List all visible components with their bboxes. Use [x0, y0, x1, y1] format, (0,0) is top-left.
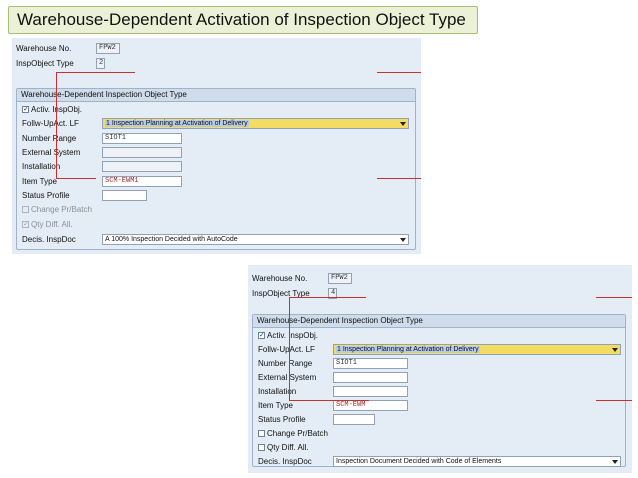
annotation-line: [596, 297, 632, 298]
external-system-field[interactable]: [333, 372, 408, 383]
annotation-line: [377, 72, 421, 73]
insp-object-type-field[interactable]: 2: [96, 58, 105, 69]
decis-inspdoc-dropdown[interactable]: Inspection Document Decided with Code of…: [333, 456, 621, 467]
followup-label: Follw-UpAct. LF: [22, 119, 79, 128]
annotation-line: [289, 297, 290, 400]
inspection-object-group: Warehouse-Dependent Inspection Object Ty…: [16, 88, 416, 250]
chevron-down-icon: [612, 460, 618, 464]
chevron-down-icon: [400, 238, 406, 242]
annotation-line: [596, 400, 632, 401]
installation-field[interactable]: [333, 386, 408, 397]
qty-diff-label: Qty Diff. All.: [267, 443, 309, 452]
group-header: Warehouse-Dependent Inspection Object Ty…: [17, 89, 415, 102]
item-type-label: Item Type: [22, 177, 57, 186]
followup-dropdown[interactable]: 1 Inspection Planning at Activation of D…: [102, 118, 409, 129]
decis-inspdoc-label: Decis. InspDoc: [258, 457, 312, 466]
decis-inspdoc-value: A 100% Inspection Decided with AutoCode: [105, 236, 238, 243]
change-pr-batch-checkbox[interactable]: [22, 206, 29, 213]
chevron-down-icon: [612, 348, 618, 352]
slide-title-box: Warehouse-Dependent Activation of Inspec…: [8, 6, 478, 34]
slide-title: Warehouse-Dependent Activation of Inspec…: [17, 10, 466, 29]
check-icon: ✓: [259, 332, 265, 339]
change-pr-batch-label: Change Pr/Batch: [267, 429, 328, 438]
annotation-line: [377, 178, 421, 179]
warehouse-field[interactable]: FPW2: [96, 43, 120, 54]
followup-label: Follw-UpAct. LF: [258, 345, 315, 354]
annotation-line: [56, 178, 96, 179]
decis-inspdoc-dropdown[interactable]: A 100% Inspection Decided with AutoCode: [102, 234, 409, 245]
installation-label: Installation: [22, 162, 61, 171]
group-header: Warehouse-Dependent Inspection Object Ty…: [253, 315, 625, 328]
number-range-field[interactable]: SIOT1: [102, 133, 182, 144]
inspection-object-group: Warehouse-Dependent Inspection Object Ty…: [252, 314, 626, 467]
group-title: Warehouse-Dependent Inspection Object Ty…: [21, 90, 187, 99]
installation-field[interactable]: [102, 161, 182, 172]
decis-inspdoc-value: Inspection Document Decided with Code of…: [336, 458, 502, 465]
activ-label: Activ. InspObj.: [267, 331, 318, 340]
item-type-label: Item Type: [258, 401, 293, 410]
number-range-label: Number Range: [258, 359, 313, 368]
check-icon: ✓: [23, 106, 29, 113]
change-pr-batch-checkbox[interactable]: [258, 430, 265, 437]
sap-screen-1: Warehouse No. FPW2 InspObject Type 2 War…: [12, 38, 421, 254]
warehouse-label: Warehouse No.: [252, 274, 308, 283]
status-profile-label: Status Profile: [22, 191, 70, 200]
activ-checkbox[interactable]: ✓: [258, 332, 265, 339]
item-type-field[interactable]: SCM-EWM: [333, 400, 408, 411]
status-profile-label: Status Profile: [258, 415, 306, 424]
qty-diff-label: Qty Diff. All.: [31, 220, 73, 229]
external-system-label: External System: [22, 148, 81, 157]
activ-checkbox[interactable]: ✓: [22, 106, 29, 113]
installation-label: Installation: [258, 387, 297, 396]
followup-dropdown[interactable]: 1 Inspection Planning at Activation of D…: [333, 344, 621, 355]
number-range-field[interactable]: SIOT1: [333, 358, 408, 369]
qty-diff-checkbox[interactable]: ✓: [22, 221, 29, 228]
followup-value: 1 Inspection Planning at Activation of D…: [105, 120, 249, 127]
followup-value: 1 Inspection Planning at Activation of D…: [336, 346, 480, 353]
external-system-label: External System: [258, 373, 317, 382]
qty-diff-checkbox[interactable]: [258, 444, 265, 451]
status-profile-field[interactable]: [102, 190, 147, 201]
status-profile-field[interactable]: [333, 414, 375, 425]
decis-inspdoc-label: Decis. InspDoc: [22, 235, 76, 244]
warehouse-field[interactable]: FPW2: [328, 273, 352, 284]
annotation-line: [56, 72, 135, 73]
annotation-line: [56, 72, 57, 178]
item-type-field[interactable]: SCM-EWM1: [102, 176, 182, 187]
number-range-label: Number Range: [22, 134, 77, 143]
check-icon: ✓: [23, 221, 29, 228]
warehouse-label: Warehouse No.: [16, 44, 72, 53]
insp-object-type-label: InspObject Type: [16, 59, 74, 68]
external-system-field[interactable]: [102, 147, 182, 158]
change-pr-batch-label: Change Pr/Batch: [31, 205, 92, 214]
annotation-line: [289, 297, 366, 298]
annotation-line: [289, 400, 369, 401]
chevron-down-icon: [400, 122, 406, 126]
group-title: Warehouse-Dependent Inspection Object Ty…: [257, 316, 423, 325]
